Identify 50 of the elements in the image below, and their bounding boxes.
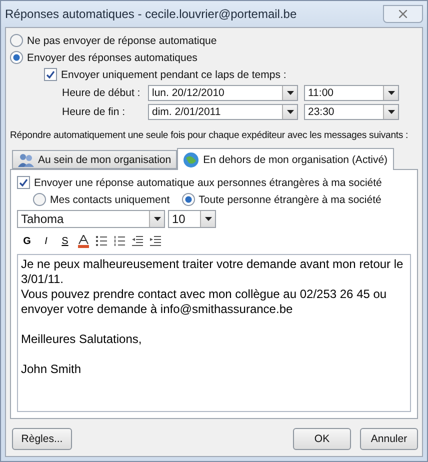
message-text: Meilleures Salutations, xyxy=(21,332,143,347)
radio-button[interactable] xyxy=(10,51,23,64)
bullet-list-icon[interactable] xyxy=(96,236,107,246)
globe-icon xyxy=(183,152,200,168)
dropdown-arrow-icon xyxy=(286,90,294,94)
dropdown-arrow-icon xyxy=(388,90,394,94)
radio-label: Envoyer des réponses automatiques xyxy=(27,52,198,64)
dropdown-arrow-icon xyxy=(286,110,294,114)
dropdown-arrow-icon xyxy=(388,110,394,114)
format-button[interactable]: G xyxy=(21,234,33,248)
window-title: Réponses automatiques - cecile.louvrier@portemail.be xyxy=(5,7,297,21)
tab[interactable]: Au sein de mon organisation xyxy=(12,150,178,169)
checkbox[interactable] xyxy=(17,176,30,189)
radio-label: Ne pas envoyer de réponse automatique xyxy=(27,34,217,46)
people-icon xyxy=(18,152,34,166)
decrease-indent-icon[interactable] xyxy=(132,236,143,246)
instruction-text: Répondre automatiquement une seule fois pour chaque expéditeur avec les messages suivants : xyxy=(10,130,408,141)
message-text: Je ne peux malheureusement traiter votre demande avant mon retour le 3/01/11. xyxy=(21,257,404,287)
date-dropdown[interactable]: lun. 20/12/2010 xyxy=(148,84,298,100)
numbered-list-icon[interactable] xyxy=(114,236,125,246)
close-button[interactable] xyxy=(383,5,423,23)
time-dropdown[interactable]: 11:00 xyxy=(304,84,399,100)
increase-indent-icon[interactable] xyxy=(150,236,161,246)
time-label: Heure de fin : xyxy=(62,106,126,118)
time-label: Heure de début : xyxy=(62,86,142,98)
font-size-dropdown[interactable]: 10 xyxy=(168,210,216,228)
ok-button[interactable]: OK xyxy=(293,428,351,450)
message-editor[interactable] xyxy=(17,254,411,412)
radio-button[interactable] xyxy=(10,34,23,47)
date-dropdown[interactable]: dim. 2/01/2011 xyxy=(148,104,298,120)
checkbox-label: Envoyer uniquement pendant ce laps de temps : xyxy=(61,68,286,80)
rules-button[interactable]: Règles... xyxy=(12,428,72,450)
radio-label: Mes contacts uniquement xyxy=(50,194,170,206)
cancel-button[interactable]: Annuler xyxy=(360,428,418,450)
close-icon xyxy=(399,10,407,18)
format-button[interactable]: I xyxy=(40,234,52,248)
radio-label: Toute personne étrangère à ma société xyxy=(198,194,382,206)
font-color-icon[interactable] xyxy=(78,234,89,248)
message-text: Vous pouvez prendre contact avec mon collègue au 02/253 26 45 ou envoyer votre demande à info@smithassurance.be xyxy=(21,287,388,317)
dropdown-arrow-icon xyxy=(204,217,212,221)
message-text: John Smith xyxy=(21,362,82,377)
radio-button[interactable] xyxy=(182,193,195,206)
checkbox[interactable] xyxy=(44,68,57,81)
checkbox-label: Envoyer une réponse automatique aux personnes étrangères à ma société xyxy=(34,176,382,188)
font-dropdown[interactable]: Tahoma xyxy=(17,210,165,228)
time-dropdown[interactable]: 23:30 xyxy=(304,104,399,120)
radio-button[interactable] xyxy=(33,193,46,206)
tab[interactable]: En dehors de mon organisation (Activé) xyxy=(177,148,394,170)
dropdown-arrow-icon xyxy=(154,217,160,221)
format-button[interactable]: S xyxy=(59,234,71,248)
